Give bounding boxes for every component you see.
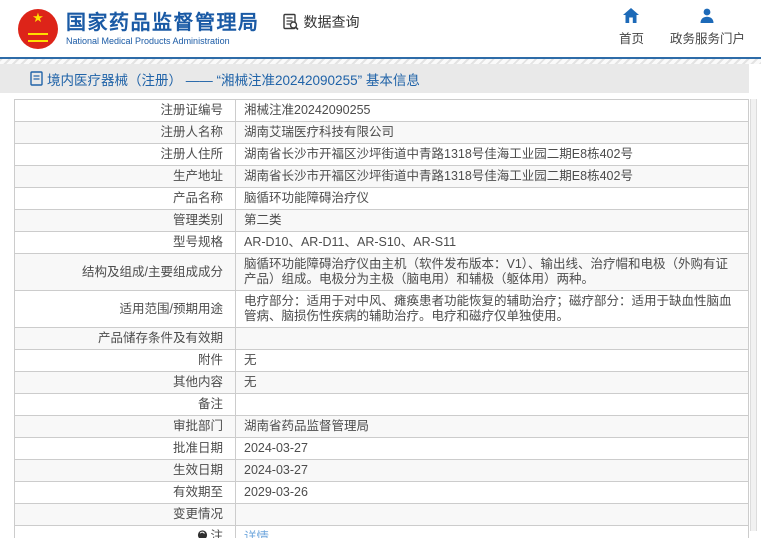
row-label: 附件	[14, 349, 236, 372]
page: ★ 国家药品监督管理局 National Medical Products Ad…	[0, 0, 761, 538]
table-row: 其他内容无	[14, 371, 749, 394]
row-value: 湖南艾瑞医疗科技有限公司	[235, 121, 749, 144]
table-row: 注册人名称 湖南艾瑞医疗科技有限公司	[14, 121, 749, 144]
table-row: 产品名称 脑循环功能障碍治疗仪	[14, 187, 749, 210]
table-row: 注册证编号 湘械注准20242090255	[14, 99, 749, 122]
row-label: 生产地址	[14, 165, 236, 188]
row-label: 变更情况	[14, 503, 236, 526]
row-value	[235, 393, 749, 416]
nav-item-home[interactable]: 首页	[619, 8, 644, 47]
table-row: 审批部门 湖南省药品监督管理局	[14, 415, 749, 438]
table-row: 注册人住所 湖南省长沙市开福区沙坪街道中青路1318号佳海工业园二期E8栋402号	[14, 143, 749, 166]
row-label: 备注	[14, 393, 236, 416]
national-emblem-logo: ★	[18, 8, 58, 49]
breadcrumb-bar: 境内医疗器械（注册） —— “湘械注准20242090255” 基本信息	[0, 64, 749, 93]
breadcrumb: 境内医疗器械（注册） —— “湘械注准20242090255” 基本信息	[30, 69, 420, 89]
row-label: 注册人名称	[14, 121, 236, 144]
org-name-en: National Medical Products Administration	[66, 35, 230, 46]
row-value: 第二类	[235, 209, 749, 232]
row-value: 湖南省长沙市开福区沙坪街道中青路1318号佳海工业园二期E8栋402号	[235, 165, 749, 188]
row-label: 型号规格	[14, 231, 236, 254]
row-value: 2024-03-27	[235, 459, 749, 482]
table-row: 变更情况	[14, 503, 749, 526]
document-search-icon	[282, 13, 299, 31]
breadcrumb-text: 境内医疗器械（注册） —— “湘械注准20242090255” 基本信息	[47, 72, 420, 88]
data-query-tab[interactable]: 数据查询	[282, 12, 360, 32]
table-row: 备注	[14, 393, 749, 416]
table-row: 适用范围/预期用途 电疗部分：适用于对中风、瘫痪患者功能恢复的辅助治疗；磁疗部分：…	[14, 290, 749, 328]
row-value	[235, 503, 749, 526]
table-row: 注详情	[14, 525, 749, 538]
user-icon	[700, 8, 714, 23]
table-row: 产品储存条件及有效期	[14, 327, 749, 350]
table-row: 管理类别 第二类	[14, 209, 749, 232]
row-label: 结构及组成/主要组成成分	[14, 253, 236, 291]
row-value: 无	[235, 371, 749, 394]
row-label: 产品储存条件及有效期	[14, 327, 236, 350]
nav-item-label: 首页	[618, 32, 644, 46]
table-row: 生产地址 湖南省长沙市开福区沙坪街道中青路1318号佳海工业园二期E8栋402号	[14, 165, 749, 188]
row-label: 注册人住所	[14, 143, 236, 166]
row-label: 注册证编号	[14, 99, 236, 122]
registration-info-table: 注册证编号 湘械注准20242090255 注册人名称 湖南艾瑞医疗科技有限公司 注册人…	[14, 99, 749, 538]
table-row: 型号规格 AR-D10、AR-D11、AR-S10、AR-S11	[14, 231, 749, 254]
data-query-label: 数据查询	[303, 14, 360, 30]
document-icon	[30, 71, 43, 86]
detail-link[interactable]: 详情	[244, 530, 269, 538]
row-value: 详情	[235, 525, 749, 538]
row-label: 产品名称	[14, 187, 236, 210]
row-label: 注	[14, 525, 236, 538]
row-value: 脑循环功能障碍治疗仪由主机（软件发布版本：V1）、输出线、治疗帽和电极（外购有证…	[235, 253, 749, 291]
row-label: 批准日期	[14, 437, 236, 460]
top-nav: 首页 政务服务门户	[619, 8, 745, 47]
note-bubble-icon	[197, 530, 208, 538]
org-title-block: 国家药品监督管理局 National Medical Products Admi…	[66, 11, 260, 47]
table-row: 附件无	[14, 349, 749, 372]
row-value: 2029-03-26	[235, 481, 749, 504]
row-value	[235, 327, 749, 350]
row-label: 生效日期	[14, 459, 236, 482]
row-value: 湖南省长沙市开福区沙坪街道中青路1318号佳海工业园二期E8栋402号	[235, 143, 749, 166]
emblem-star-icon: ★	[32, 9, 44, 25]
info-table-body: 注册证编号 湘械注准20242090255 注册人名称 湖南艾瑞医疗科技有限公司 注册人…	[14, 99, 749, 538]
row-value: AR-D10、AR-D11、AR-S10、AR-S11	[235, 231, 749, 254]
nav-item-portal[interactable]: 政务服务门户	[670, 8, 745, 47]
row-value: 电疗部分：适用于对中风、瘫痪患者功能恢复的辅助治疗；磁疗部分：适用于缺血性脑血管…	[235, 290, 749, 328]
org-name-cn: 国家药品监督管理局	[66, 11, 260, 34]
table-row: 结构及组成/主要组成成分 脑循环功能障碍治疗仪由主机（软件发布版本：V1）、输出线…	[14, 253, 749, 291]
row-label: 其他内容	[14, 371, 236, 394]
table-row: 有效期至 2029-03-26	[14, 481, 749, 504]
row-value: 2024-03-27	[235, 437, 749, 460]
row-label: 管理类别	[14, 209, 236, 232]
table-row: 批准日期 2024-03-27	[14, 437, 749, 460]
registration-info-table-wrap: 注册证编号 湘械注准20242090255 注册人名称 湖南艾瑞医疗科技有限公司 注册人…	[14, 99, 749, 538]
row-value: 脑循环功能障碍治疗仪	[235, 187, 749, 210]
row-value: 湘械注准20242090255	[235, 99, 749, 122]
row-value: 湖南省药品监督管理局	[235, 415, 749, 438]
row-label: 适用范围/预期用途	[14, 290, 236, 328]
emblem-gate-icon	[28, 32, 48, 42]
nav-item-label: 政务服务门户	[669, 32, 745, 46]
row-label: 审批部门	[14, 415, 236, 438]
site-header: ★ 国家药品监督管理局 National Medical Products Ad…	[0, 0, 761, 57]
row-label: 有效期至	[14, 481, 236, 504]
scrollbar-track[interactable]	[750, 99, 757, 531]
table-row: 生效日期 2024-03-27	[14, 459, 749, 482]
row-value: 无	[235, 349, 749, 372]
home-icon	[623, 8, 640, 23]
